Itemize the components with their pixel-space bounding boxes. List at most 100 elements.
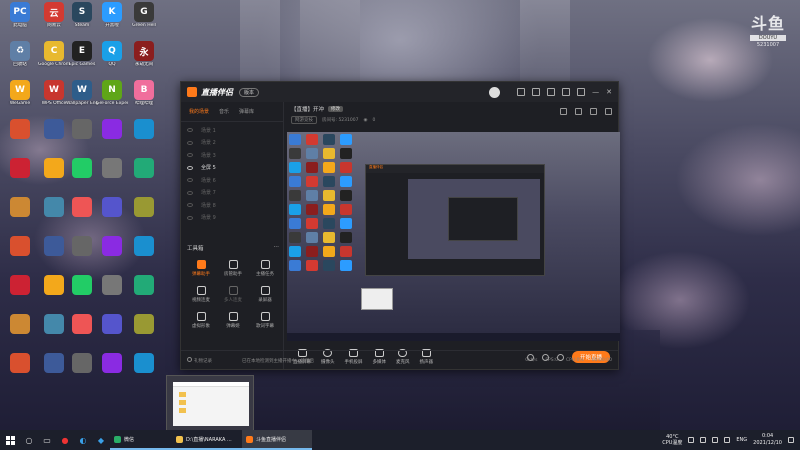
clock[interactable]: 0:04 2021/12/10: [753, 433, 782, 447]
tool-button[interactable]: 主播任务: [249, 260, 281, 280]
version-badge[interactable]: 版本: [239, 87, 260, 97]
tool-button[interactable]: 录屏器: [249, 286, 281, 306]
desktop-icon[interactable]: [96, 353, 128, 389]
eye-icon[interactable]: [187, 215, 193, 220]
tab-scenes[interactable]: 我的场景: [189, 108, 209, 115]
chevron-up-icon[interactable]: [700, 437, 707, 443]
desktop-icon[interactable]: [66, 353, 98, 389]
netease-music-button[interactable]: ●: [56, 430, 74, 450]
scene-item[interactable]: 场景 3: [181, 149, 283, 162]
desktop-icon[interactable]: 永永劫无间: [128, 41, 160, 77]
tab-music[interactable]: 音乐: [219, 108, 229, 115]
desktop-icon[interactable]: [128, 353, 160, 389]
network-icon[interactable]: [712, 437, 719, 443]
edge-button[interactable]: ◐: [74, 430, 92, 450]
desktop-icon[interactable]: [128, 275, 160, 311]
desktop-icon[interactable]: [128, 119, 160, 155]
tool-button[interactable]: 房管助手: [217, 260, 249, 280]
minimize-button[interactable]: —: [592, 88, 599, 96]
notification-icon[interactable]: [788, 437, 794, 443]
desktop-icon[interactable]: WWallpaper Engine: [66, 80, 98, 116]
desktop-icon[interactable]: [4, 314, 36, 350]
share-icon[interactable]: [560, 108, 567, 115]
desktop-icon[interactable]: [96, 275, 128, 311]
volume-icon[interactable]: [724, 437, 731, 443]
eye-icon[interactable]: [187, 178, 193, 183]
gift-icon[interactable]: [547, 88, 556, 96]
desktop-icon[interactable]: [96, 119, 128, 155]
desktop-icon[interactable]: [66, 275, 98, 311]
desktop-icon[interactable]: W WeGame: [4, 80, 36, 116]
explorer-thumbnail-popup[interactable]: [166, 375, 254, 431]
scene-item[interactable]: 场景 9: [181, 212, 283, 225]
desktop-icon[interactable]: [96, 314, 128, 350]
scene-item[interactable]: 全屏 5: [181, 162, 283, 175]
task-view-button[interactable]: ▭: [38, 430, 56, 450]
layout-icon[interactable]: [575, 108, 582, 115]
desktop-icon[interactable]: K 开黑啦: [96, 2, 128, 38]
scene-item[interactable]: 场景 8: [181, 199, 283, 212]
desktop-icon[interactable]: [128, 314, 160, 350]
desktop-icon[interactable]: [96, 197, 128, 233]
tool-button[interactable]: 虚拟形象: [185, 312, 217, 332]
tab-danmaku[interactable]: 弹幕库: [239, 108, 254, 115]
eye-icon[interactable]: [187, 128, 193, 133]
desktop-icon[interactable]: S Steam: [66, 2, 98, 38]
tool-button[interactable]: 多人连麦: [217, 286, 249, 306]
user-avatar[interactable]: [489, 86, 501, 98]
desktop-icon[interactable]: [4, 197, 36, 233]
tool-button[interactable]: 歌词字幕: [249, 312, 281, 332]
taskbar-app[interactable]: 微信: [110, 430, 172, 450]
desktop-icon[interactable]: [96, 158, 128, 194]
link-icon[interactable]: [605, 108, 612, 115]
desktop-icon[interactable]: [4, 275, 36, 311]
live-companion-window[interactable]: 直播伴侣 版本 — ✕ 我的场景 音乐 弹幕库 场景 1 场景 2 场景 3 全屏 5…: [180, 81, 620, 370]
qq-button[interactable]: ◆: [92, 430, 110, 450]
shield-icon[interactable]: [688, 437, 695, 443]
desktop-icon[interactable]: PC 此电脑: [4, 2, 36, 38]
taskbar-app[interactable]: 斗鱼直播伴侣: [242, 430, 312, 450]
desktop-icon[interactable]: [128, 197, 160, 233]
desktop-icon[interactable]: [4, 353, 36, 389]
search-button[interactable]: ○: [20, 430, 38, 450]
scene-item[interactable]: 场景 1: [181, 124, 283, 137]
eye-icon[interactable]: [187, 140, 193, 145]
eye-icon[interactable]: [187, 190, 193, 195]
close-button[interactable]: ✕: [606, 88, 612, 96]
tool-button[interactable]: 视频连麦: [185, 286, 217, 306]
desktop-icon[interactable]: [4, 158, 36, 194]
eye-icon[interactable]: [187, 153, 193, 158]
desktop-icon[interactable]: [66, 197, 98, 233]
taskbar-app[interactable]: D:\直播\NARAKA ...: [172, 430, 242, 450]
message-icon[interactable]: [532, 88, 541, 96]
desktop-icon[interactable]: E Epic Games: [66, 41, 98, 77]
input-method[interactable]: ENG: [736, 437, 747, 443]
menu-icon[interactable]: [577, 88, 586, 96]
tool-button[interactable]: 弹幕姬: [217, 312, 249, 332]
desktop-icon[interactable]: ♻ 回收站: [4, 41, 36, 77]
desktop-icon[interactable]: [4, 119, 36, 155]
desktop-icon[interactable]: G Green Hell: [128, 2, 160, 38]
gift-record-link[interactable]: 礼物记录: [187, 357, 212, 364]
edit-title-button[interactable]: 修改: [328, 106, 344, 112]
desktop-icon[interactable]: NGeForce Experience: [96, 80, 128, 116]
scene-item[interactable]: 场景 7: [181, 187, 283, 200]
desktop-icon[interactable]: B 哔哩哔哩: [128, 80, 160, 116]
eye-icon[interactable]: [187, 165, 193, 170]
desktop-icon[interactable]: [66, 119, 98, 155]
desktop-icon[interactable]: [66, 236, 98, 272]
record-icon[interactable]: [590, 108, 597, 115]
start-button[interactable]: [0, 430, 20, 450]
desktop-icon[interactable]: [4, 236, 36, 272]
eye-icon[interactable]: [187, 203, 193, 208]
feedback-icon[interactable]: [562, 88, 571, 96]
desktop-icon[interactable]: [128, 236, 160, 272]
tool-button[interactable]: 弹幕助手: [185, 260, 217, 280]
live-preview[interactable]: 直播伴侣: [287, 132, 620, 341]
app-titlebar[interactable]: 直播伴侣 版本 — ✕: [181, 82, 618, 102]
settings-icon[interactable]: [517, 88, 526, 96]
desktop-icon[interactable]: [66, 314, 98, 350]
desktop-icon[interactable]: [66, 158, 98, 194]
category-chip[interactable]: 网游竞技: [291, 116, 317, 124]
scene-item[interactable]: 场景 6: [181, 174, 283, 187]
